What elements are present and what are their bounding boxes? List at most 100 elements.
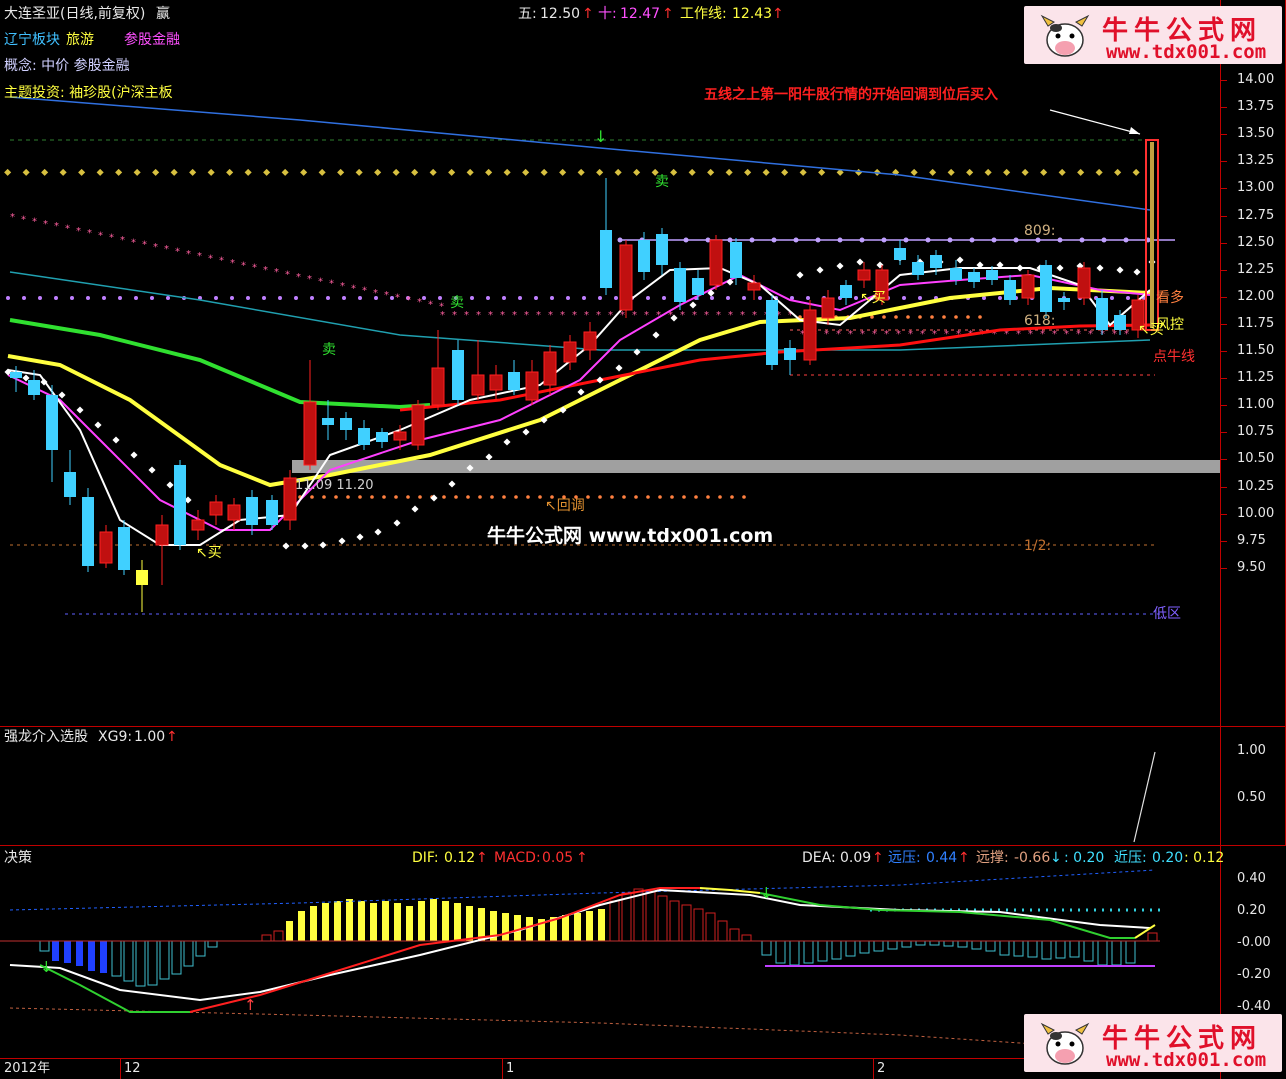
macd-label: MACD: xyxy=(494,850,541,866)
candle-body xyxy=(99,531,113,564)
level-half-label: 1/2: xyxy=(1024,538,1052,554)
macd-bar xyxy=(915,940,926,946)
price-tick: 13.25 xyxy=(1237,153,1275,169)
yellow-diamond xyxy=(799,168,807,176)
violet-dot xyxy=(566,296,570,300)
macd-bar xyxy=(1055,940,1066,959)
white-diamond xyxy=(522,428,530,436)
yellow-diamond xyxy=(22,168,30,176)
yellow-diamond xyxy=(614,168,622,176)
macd-tick: -0.00 xyxy=(1237,935,1271,950)
watermark: 牛牛公式网 www.tdx001.com xyxy=(487,525,774,547)
candle-body xyxy=(1058,298,1070,302)
far-support-line xyxy=(9,1007,1156,1053)
white-diamond xyxy=(1133,268,1141,276)
violet-dot xyxy=(758,296,762,300)
yellow-diamond xyxy=(41,168,49,176)
candle xyxy=(431,330,445,410)
macd-bar xyxy=(147,940,158,986)
orange-dot xyxy=(322,495,326,499)
orange-dot xyxy=(418,495,422,499)
candle-body xyxy=(452,350,464,400)
blue-long-line xyxy=(9,96,1151,211)
violet-dot xyxy=(550,296,554,300)
candle-body xyxy=(709,239,723,286)
pink-star: * xyxy=(263,265,268,276)
orange-dot xyxy=(694,495,698,499)
yellow-diamond xyxy=(392,168,400,176)
violet-dot xyxy=(598,296,602,300)
candle xyxy=(358,420,370,450)
stock-chart-window: * * * * * * * * * * * * * * * * * * * * * * * * * * * * * * * * * * * * * * * *… xyxy=(0,0,1286,1079)
price-tick: 13.75 xyxy=(1237,99,1275,115)
violet-dot xyxy=(262,296,266,300)
candle-body xyxy=(674,268,686,302)
line5-value: 12.50 xyxy=(540,6,581,22)
sector-region[interactable]: 辽宁板块 xyxy=(4,32,60,48)
sector-finance[interactable]: 参股金融 xyxy=(124,32,180,48)
pink-star: * xyxy=(186,249,191,260)
orange-dot xyxy=(730,495,734,499)
white-diamond xyxy=(816,266,824,274)
candle xyxy=(64,450,76,505)
cow-icon xyxy=(1040,1022,1090,1065)
macd-bar xyxy=(803,940,814,964)
violet-dot xyxy=(342,296,346,300)
orange-dot xyxy=(658,495,662,499)
yellow-diamond xyxy=(818,168,826,176)
macd-bar xyxy=(466,906,473,941)
yellow-diamond xyxy=(115,168,123,176)
orange-dot xyxy=(966,315,970,319)
macd-bar xyxy=(761,940,772,956)
pink-star: * xyxy=(395,293,400,304)
candle-body xyxy=(1040,265,1052,312)
pink-star: * xyxy=(824,329,829,340)
cow-icon xyxy=(1040,14,1090,57)
pink-star: * xyxy=(131,237,136,248)
violet-dot xyxy=(502,296,506,300)
violet-dot xyxy=(438,296,442,300)
yellow-diamond xyxy=(577,168,585,176)
pink-star: * xyxy=(860,329,865,340)
candle-body xyxy=(840,285,852,298)
site-logo-bottom[interactable]: 牛牛公式网 www.tdx001.com xyxy=(1024,1014,1282,1072)
price-tick: 11.75 xyxy=(1237,315,1275,331)
white-diamond xyxy=(1056,264,1064,272)
macd-bar xyxy=(430,899,437,941)
macd-bar xyxy=(574,913,581,941)
candle-body xyxy=(912,262,924,275)
yellow-diamond xyxy=(1021,168,1029,176)
white-diamond xyxy=(166,481,174,489)
candle-body xyxy=(155,524,169,546)
macd-bar xyxy=(1083,940,1094,962)
price-tick: 12.75 xyxy=(1237,207,1275,223)
candle-body xyxy=(431,367,445,406)
candle xyxy=(303,360,317,470)
pink-star: * xyxy=(512,310,517,321)
sell-marker: 卖 xyxy=(450,295,464,311)
buy-marker: ↖买 xyxy=(196,545,222,561)
violet-dot xyxy=(118,296,122,300)
candle xyxy=(543,345,557,395)
sector-industry[interactable]: 旅游 xyxy=(66,32,94,48)
price-tick: 11.25 xyxy=(1237,370,1275,386)
near-extra-value: : 0.20 xyxy=(1064,850,1105,866)
white-diamond xyxy=(130,451,138,459)
price-tick: 14.00 xyxy=(1237,72,1275,87)
dea-label: DEA: xyxy=(802,850,836,866)
macd-value: 0.05 xyxy=(542,850,574,866)
candle xyxy=(508,360,520,395)
down-arrow-icon: ↓ xyxy=(1050,850,1062,866)
site-logo-top[interactable]: 牛牛公式网 www.tdx001.com xyxy=(1024,6,1282,64)
candle xyxy=(266,495,278,530)
white-diamond xyxy=(596,376,604,384)
candle-body xyxy=(563,341,577,363)
pink-star: * xyxy=(384,290,389,301)
candle-body xyxy=(174,465,186,545)
orange-dot xyxy=(526,495,530,499)
yellow-diamond xyxy=(466,168,474,176)
candle-body xyxy=(118,527,130,570)
candle xyxy=(784,340,796,375)
sell-marker: 卖 xyxy=(322,342,336,358)
violet-dot xyxy=(806,296,810,300)
